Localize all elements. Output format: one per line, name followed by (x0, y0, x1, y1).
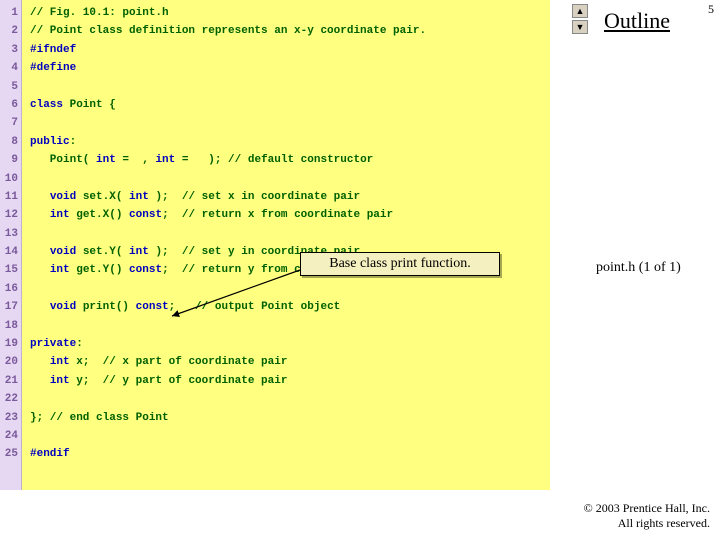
line-number: 7 (0, 114, 21, 132)
line-number: 19 (0, 335, 21, 353)
nav-arrows: ▲ ▼ (572, 4, 588, 34)
code-line: public: (30, 133, 550, 151)
code-line: // Point class definition represents an … (30, 22, 550, 40)
nav-up-button[interactable]: ▲ (572, 4, 588, 18)
code-line: #endif (30, 445, 550, 463)
code-line (30, 317, 550, 335)
line-number: 12 (0, 206, 21, 224)
line-number: 14 (0, 243, 21, 261)
code-line: void set.X( int ); // set x in coordinat… (30, 188, 550, 206)
code-line: class Point { (30, 96, 550, 114)
sidebar: ▲ ▼ Outline 5 point.h (1 of 1) © 2003 Pr… (550, 0, 720, 540)
line-number: 21 (0, 372, 21, 390)
copyright-line-2: All rights reserved. (584, 516, 710, 532)
line-number: 18 (0, 317, 21, 335)
copyright: © 2003 Prentice Hall, Inc. All rights re… (584, 501, 710, 532)
callout-box: Base class print function. (300, 252, 500, 276)
line-number: 20 (0, 353, 21, 371)
code-line: Point( int = , int = ); // default const… (30, 151, 550, 169)
code-line: #define (30, 59, 550, 77)
code-line: void print() const; // output Point obje… (30, 298, 550, 316)
line-number: 22 (0, 390, 21, 408)
line-number: 2 (0, 22, 21, 40)
code-line: int get.X() const; // return x from coor… (30, 206, 550, 224)
file-caption: point.h (1 of 1) (596, 260, 681, 276)
code-listing: // Fig. 10.1: point.h// Point class defi… (22, 0, 550, 490)
code-line (30, 390, 550, 408)
code-line: int x; // x part of coordinate pair (30, 353, 550, 371)
code-area: 1234567891011121314151617181920212223242… (0, 0, 550, 490)
line-number: 17 (0, 298, 21, 316)
code-line (30, 225, 550, 243)
line-number: 10 (0, 170, 21, 188)
line-number: 5 (0, 78, 21, 96)
code-line (30, 280, 550, 298)
outline-title: Outline (604, 8, 670, 34)
code-line: }; // end class Point (30, 409, 550, 427)
line-number: 15 (0, 261, 21, 279)
code-line (30, 427, 550, 445)
code-line: private: (30, 335, 550, 353)
code-line: int y; // y part of coordinate pair (30, 372, 550, 390)
line-number-gutter: 1234567891011121314151617181920212223242… (0, 0, 22, 490)
line-number: 16 (0, 280, 21, 298)
copyright-line-1: © 2003 Prentice Hall, Inc. (584, 501, 710, 517)
code-line (30, 170, 550, 188)
code-line (30, 114, 550, 132)
line-number: 9 (0, 151, 21, 169)
line-number: 6 (0, 96, 21, 114)
line-number: 23 (0, 409, 21, 427)
line-number: 1 (0, 4, 21, 22)
line-number: 3 (0, 41, 21, 59)
code-line (30, 78, 550, 96)
code-line: // Fig. 10.1: point.h (30, 4, 550, 22)
line-number: 13 (0, 225, 21, 243)
line-number: 25 (0, 445, 21, 463)
line-number: 8 (0, 133, 21, 151)
page-number: 5 (708, 2, 714, 17)
line-number: 11 (0, 188, 21, 206)
line-number: 24 (0, 427, 21, 445)
code-line: #ifndef (30, 41, 550, 59)
nav-down-button[interactable]: ▼ (572, 20, 588, 34)
line-number: 4 (0, 59, 21, 77)
